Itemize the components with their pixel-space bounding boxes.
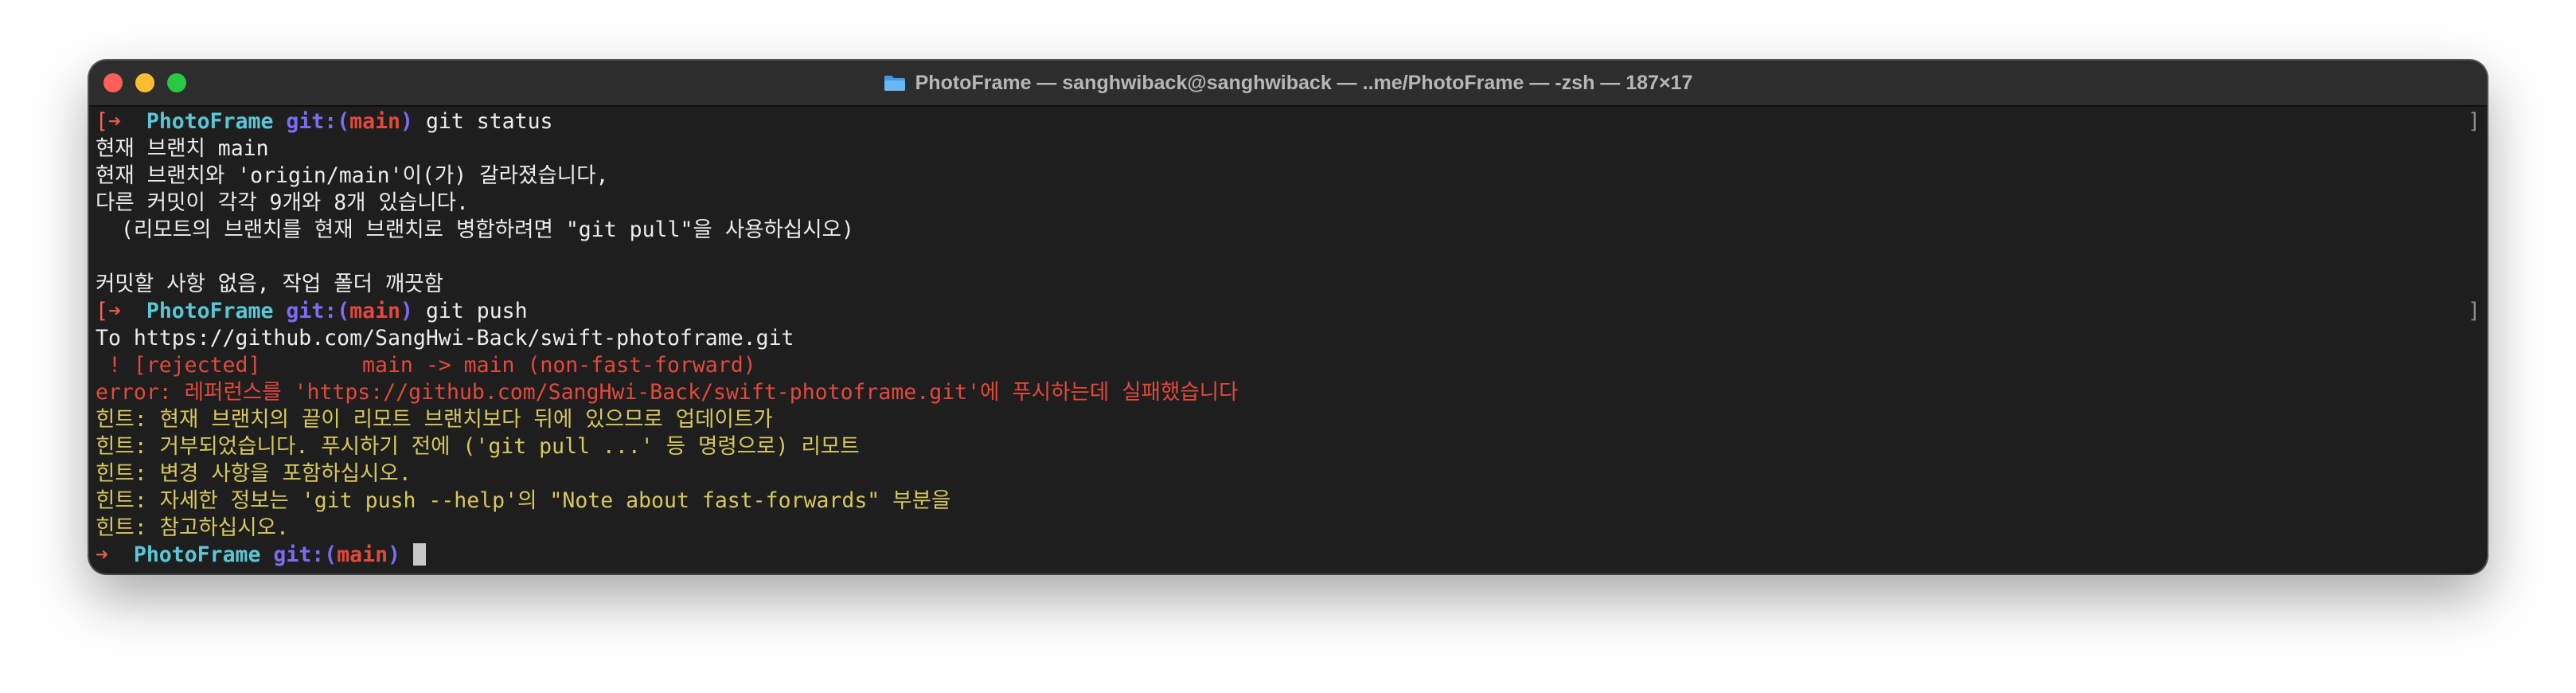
- terminal-output[interactable]: [➜ PhotoFrame git:(main) git status] 현재 …: [96, 108, 2480, 574]
- prompt-branch-open: (: [324, 542, 338, 567]
- prompt-arrow: ➜: [96, 542, 108, 567]
- prompt-branch: main: [349, 109, 400, 134]
- output-line: To https://github.com/SangHwi-Back/swift…: [96, 326, 794, 350]
- current-prompt-line[interactable]: ➜ PhotoFrame git:(main): [96, 542, 2480, 569]
- hint-line: 힌트: 변경 사항을 포함하십시오.: [96, 461, 412, 486]
- prompt-branch-open: (: [337, 299, 350, 323]
- command-text: git push: [425, 299, 528, 323]
- prompt-git-label: git:: [286, 299, 338, 323]
- mark-bracket-right: ]: [2468, 109, 2480, 134]
- prompt-git-label: git:: [286, 109, 338, 134]
- prompt-directory: PhotoFrame: [146, 109, 274, 134]
- prompt-branch-close: ): [400, 109, 413, 134]
- window-title: PhotoFrame — sanghwiback@sanghwiback — .…: [89, 61, 2487, 105]
- mark-bracket-right: ]: [2468, 299, 2480, 323]
- prompt-line: [➜ PhotoFrame git:(main) git push]: [96, 298, 2480, 325]
- output-line: (리모트의 브랜치를 현재 브랜치로 병합하려면 "git pull"을 사용하…: [96, 217, 854, 242]
- output-line: 현재 브랜치 main: [96, 136, 269, 161]
- prompt-branch: main: [337, 542, 388, 567]
- hint-line: 힌트: 거부되었습니다. 푸시하기 전에 ('git pull ...' 등 명…: [96, 434, 860, 459]
- prompt-line: [➜ PhotoFrame git:(main) git status]: [96, 108, 2480, 135]
- error-line: error: 레퍼런스를 'https://github.com/SangHwi…: [96, 380, 1239, 405]
- prompt-git-label: git:: [273, 542, 325, 567]
- terminal-window: PhotoFrame — sanghwiback@sanghwiback — .…: [89, 61, 2487, 574]
- prompt-branch-close: ): [400, 299, 413, 323]
- mark-bracket-left: [: [96, 299, 108, 323]
- text-cursor[interactable]: [412, 542, 426, 566]
- prompt-arrow: ➜: [107, 109, 121, 134]
- prompt-directory: PhotoFrame: [133, 542, 261, 567]
- hint-line: 힌트: 참고하십시오.: [96, 515, 289, 540]
- prompt-directory: PhotoFrame: [146, 299, 274, 323]
- hint-line: 힌트: 현재 브랜치의 끝이 리모트 브랜치보다 뒤에 있으므로 업데이트가: [96, 407, 773, 432]
- hint-line: 힌트: 자세한 정보는 'git push --help'의 "Note abo…: [96, 488, 951, 513]
- prompt-branch-close: ): [388, 542, 400, 567]
- window-title-text: PhotoFrame — sanghwiback@sanghwiback — .…: [915, 71, 1693, 94]
- title-bar[interactable]: PhotoFrame — sanghwiback@sanghwiback — .…: [89, 61, 2487, 107]
- mark-bracket-left: [: [96, 109, 108, 134]
- rejected-line: ! [rejected] main -> main (non-fast-forw…: [96, 353, 756, 378]
- prompt-arrow: ➜: [107, 299, 121, 323]
- output-line: 커밋할 사항 없음, 작업 폴더 깨끗함: [96, 272, 444, 296]
- output-line: 다른 커밋이 각각 9개와 8개 있습니다.: [96, 190, 469, 215]
- command-text: git status: [425, 109, 553, 134]
- prompt-branch: main: [349, 299, 400, 323]
- output-line: 현재 브랜치와 'origin/main'이(가) 갈라졌습니다,: [96, 163, 609, 188]
- folder-icon: [884, 74, 906, 92]
- prompt-branch-open: (: [337, 109, 350, 134]
